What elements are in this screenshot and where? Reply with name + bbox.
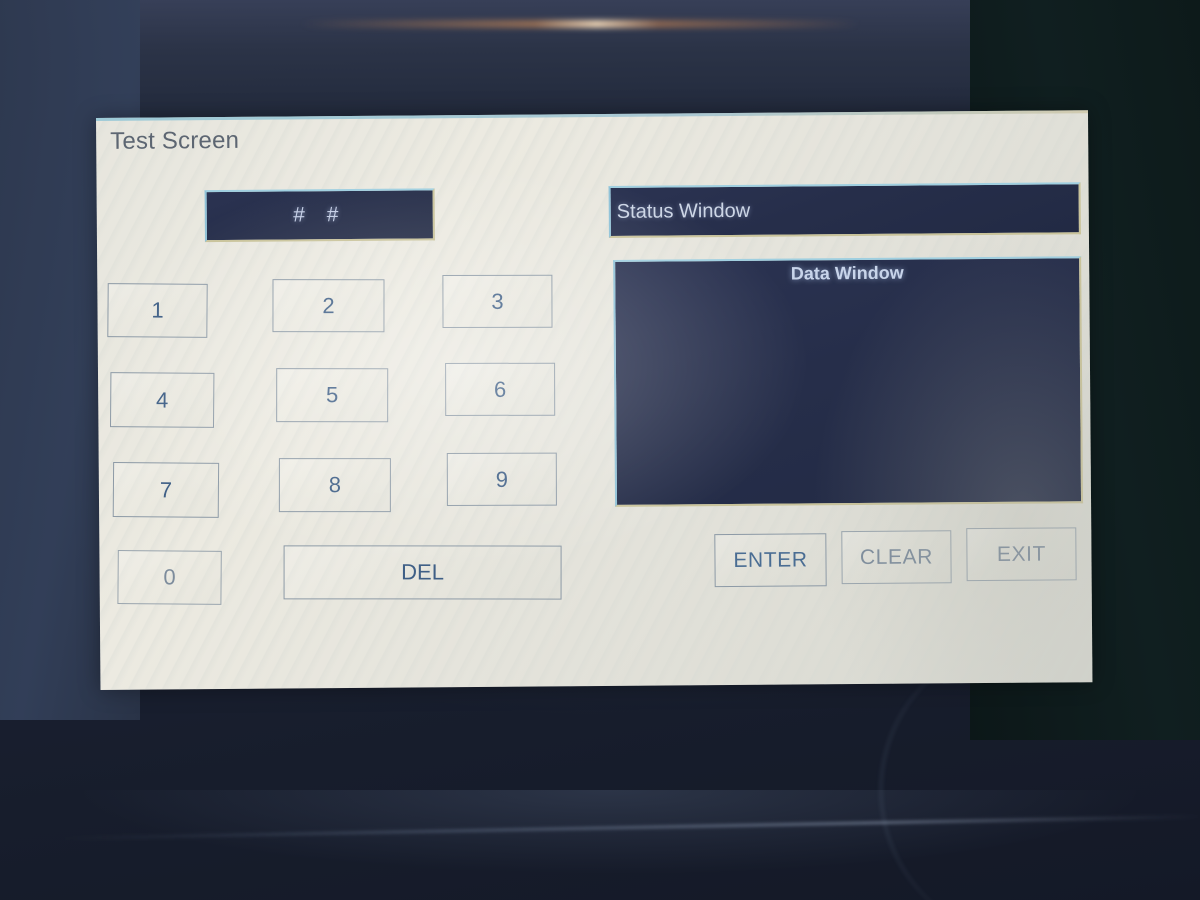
status-window: Status Window [608,182,1081,238]
page-title: Test Screen [110,126,240,155]
keypad-button-4[interactable]: 4 [110,372,215,428]
clear-button[interactable]: CLEAR [841,530,952,585]
glare-reflection [300,20,860,28]
keypad-button-2[interactable]: 2 [272,279,385,333]
entry-display-value: # # [293,203,347,227]
touchscreen-panel: Test Screen # # Status Window Data Windo… [96,110,1093,690]
data-window: Data Window [613,256,1084,507]
status-window-label: Status Window [616,199,751,223]
keypad-button-0[interactable]: 0 [117,550,222,605]
keypad-button-8[interactable]: 8 [278,458,391,513]
enter-button[interactable]: ENTER [714,533,827,588]
keypad-button-5[interactable]: 5 [276,368,389,423]
keypad-button-3[interactable]: 3 [442,274,553,328]
keypad-button-7[interactable]: 7 [112,462,220,518]
keypad-button-9[interactable]: 9 [446,452,557,506]
data-window-label: Data Window [790,262,904,284]
keypad-button-6[interactable]: 6 [445,362,556,416]
keypad-button-1[interactable]: 1 [107,283,208,338]
exit-button[interactable]: EXIT [966,527,1077,582]
entry-display: # # [204,188,435,243]
delete-button[interactable]: DEL [283,545,562,600]
